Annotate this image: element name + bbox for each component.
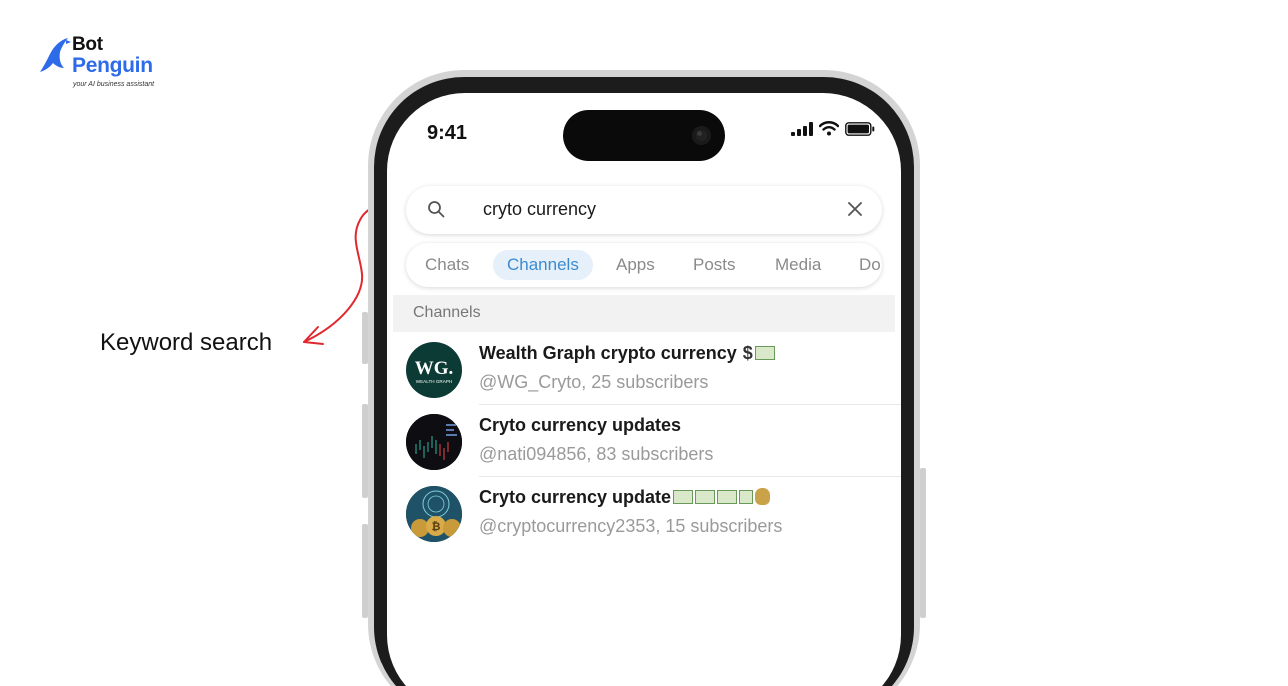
money-emoji-icon [754,346,775,360]
phone-side-button [362,524,368,618]
list-item[interactable]: WG. WEALTH GRAPH Wealth Graph crypto cur… [393,333,901,405]
botpenguin-logo: Bot Penguin your AI business assistant [38,34,178,94]
section-header: Channels [393,295,895,332]
tab-chats[interactable]: Chats [425,250,469,280]
list-item[interactable]: Cryto currency updates @nati094856, 83 s… [393,405,901,477]
money-emoji-icon [717,490,738,504]
avatar-text: WG. [415,358,454,379]
crypto-chart-avatar-icon [406,414,462,470]
brand-name-line2: Penguin [72,54,153,77]
channel-title: Cryto currency update [479,487,771,508]
search-bar[interactable]: cryto currency [406,186,882,234]
money-emoji-icon [673,490,694,504]
search-icon [428,201,445,218]
wealth-graph-avatar-icon: WG. WEALTH GRAPH [415,358,454,384]
channel-subtitle: @WG_Cryto, 25 subscribers [479,372,709,392]
bitcoin-coins-avatar-icon: ₿ [406,486,462,542]
phone-side-button [362,312,368,364]
cellular-signal-icon [791,121,813,136]
tab-apps[interactable]: Apps [616,250,655,280]
tab-downloads[interactable]: Do [859,250,881,280]
tab-media[interactable]: Media [775,250,821,280]
svg-text:₿: ₿ [432,521,441,533]
dollar-icon: $ [742,343,753,363]
avatar: WG. WEALTH GRAPH [406,342,462,398]
status-time: 9:41 [427,122,468,144]
avatar: ₿ [406,486,462,542]
dynamic-island [563,110,725,161]
wifi-icon [819,121,839,136]
brand-name-line1: Bot [72,34,103,55]
penguin-logo-icon [40,38,71,72]
channel-title-text: Wealth Graph crypto currency [479,343,737,363]
channel-subtitle: @cryptocurrency2353, 15 subscribers [479,516,783,536]
avatar-subtext: WEALTH GRAPH [416,379,452,384]
list-item[interactable]: ₿ Cryto currency update @cryptocurrency2… [393,477,901,549]
tab-channels[interactable]: Channels [493,250,593,280]
phone-side-button [362,404,368,498]
section-title: Channels [413,304,481,321]
avatar [406,414,462,470]
search-input[interactable]: cryto currency [483,199,596,220]
phone-power-button [920,468,926,618]
channel-title-text: Cryto currency update [479,487,672,507]
keyword-search-label: Keyword search [100,329,273,356]
camera-icon [692,126,711,145]
search-filter-tabs: Chats Channels Apps Posts Media Do [406,243,882,287]
status-icons [791,121,875,136]
money-emoji-icon [739,490,754,504]
battery-icon [845,121,875,136]
channel-title: Wealth Graph crypto currency $ [479,343,775,364]
tab-posts[interactable]: Posts [693,250,736,280]
brand-tagline: your AI business assistant [73,81,155,88]
channel-title: Cryto currency updates [479,415,682,435]
money-emoji-icon [695,490,716,504]
phone-screen: 9:41 cryto currency Chats Channels Apps … [387,93,901,686]
money-bag-icon [755,488,771,505]
channel-subtitle: @nati094856, 83 subscribers [479,444,714,464]
close-icon[interactable] [846,200,864,218]
